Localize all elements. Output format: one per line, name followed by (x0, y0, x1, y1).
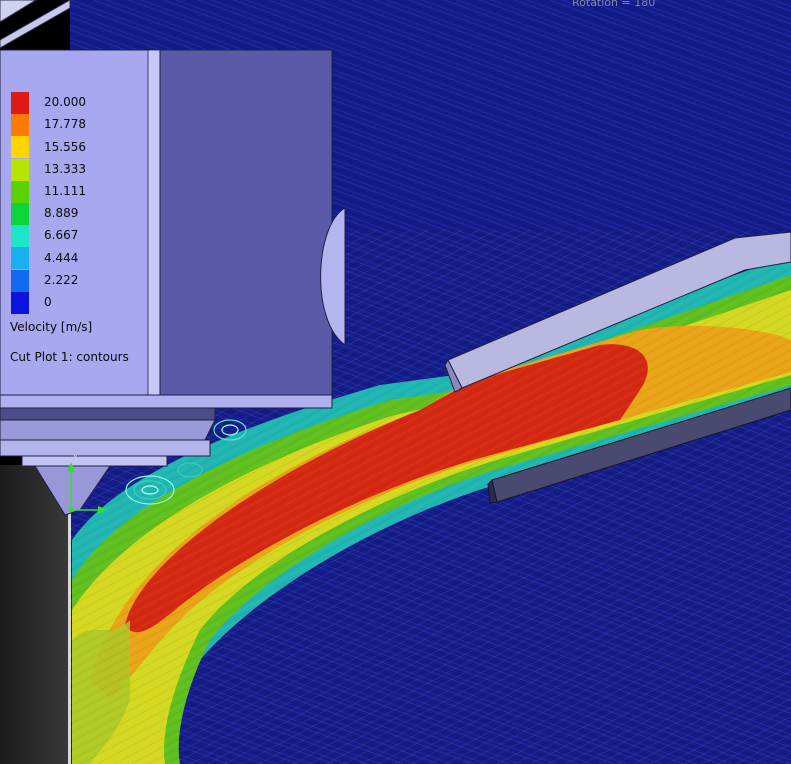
top-caption: Rotation = 180 (572, 0, 656, 9)
axis-triad-y-label: Y (72, 453, 78, 462)
legend-value-label: 15.556 (44, 139, 86, 154)
legend-value-label: 13.333 (44, 161, 86, 176)
legend-value-label: 2.222 (44, 272, 79, 287)
legend-swatch (11, 158, 29, 181)
legend-value-label: 17.778 (44, 117, 86, 132)
legend-swatch (11, 180, 29, 203)
legend-swatch (11, 269, 29, 292)
velocity-legend: 20.000 17.778 15.556 13.333 11.111 8.889 6.667… (0, 80, 150, 380)
legend-swatch (11, 92, 29, 114)
legend-value-label: 0 (44, 294, 52, 309)
legend-swatch (11, 203, 29, 225)
legend-value-label: 4.444 (44, 250, 79, 265)
legend-swatch (11, 291, 29, 314)
legend-value-label: 8.889 (44, 206, 79, 221)
legend-value-label: 20.000 (44, 95, 86, 110)
legend-swatch (11, 225, 29, 248)
legend-title: Velocity [m/s] (10, 320, 93, 334)
legend-swatch (11, 114, 29, 137)
legend-value-label: 11.111 (44, 183, 86, 198)
legend-swatch (11, 247, 29, 270)
legend-subtitle: Cut Plot 1: contours (10, 350, 129, 364)
legend-value-label: 6.667 (44, 228, 79, 243)
legend-swatch (11, 136, 29, 159)
